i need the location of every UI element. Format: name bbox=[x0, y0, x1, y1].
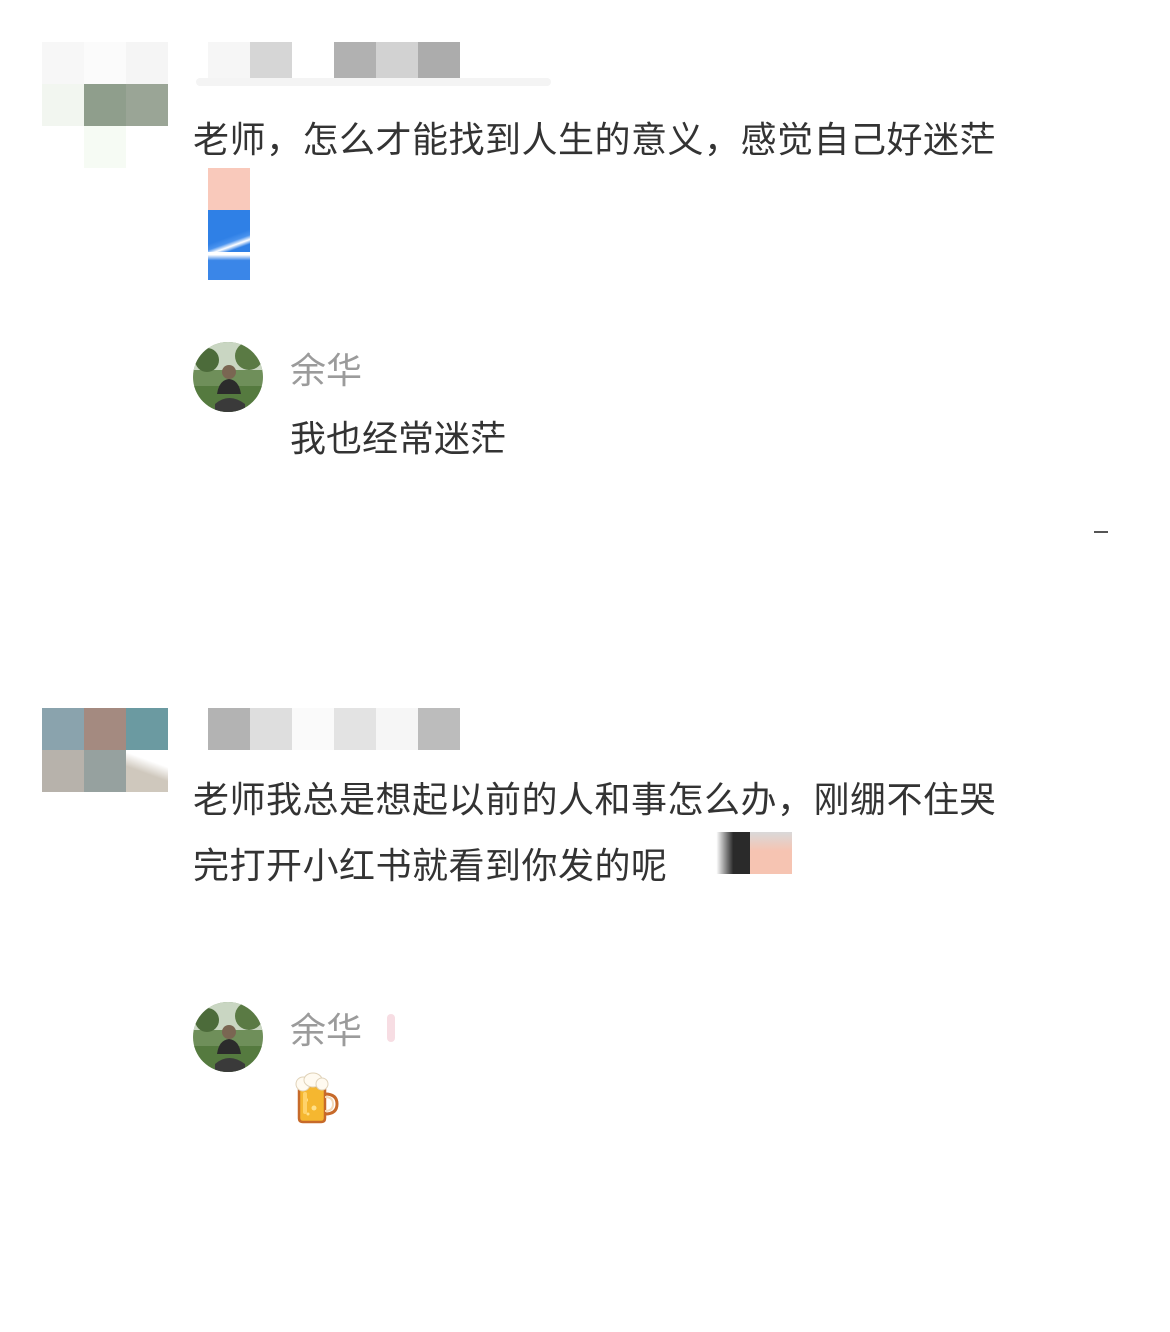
commenter-name-pixelated[interactable] bbox=[208, 708, 460, 750]
reply-author-avatar[interactable] bbox=[193, 342, 263, 412]
beer-mug-icon bbox=[290, 1072, 342, 1128]
comment-text-line-1: 老师我总是想起以前的人和事怎么办，刚绷不住哭 bbox=[193, 780, 997, 821]
comment-text-line-2: 完打开小红书就看到你发的呢 bbox=[193, 846, 668, 887]
comment-text: 老师，怎么才能找到人生的意义，感觉自己好迷茫 bbox=[193, 120, 997, 161]
commenter-name-remnant bbox=[196, 78, 551, 86]
author-badge-icon bbox=[387, 1014, 395, 1042]
reply-text: 我也经常迷茫 bbox=[290, 419, 507, 460]
person-photo-icon bbox=[193, 1002, 263, 1072]
commenter-avatar-pixelated[interactable] bbox=[42, 708, 168, 792]
comment-emoji-pixelated bbox=[708, 832, 792, 874]
reply-author-name[interactable]: 余华 bbox=[290, 350, 362, 394]
reply-author-name[interactable]: 余华 bbox=[290, 1010, 362, 1054]
comment-emoji-pixelated bbox=[208, 168, 250, 280]
reply-author-avatar[interactable] bbox=[193, 1002, 263, 1072]
stray-mark bbox=[1094, 531, 1108, 533]
commenter-avatar-pixelated[interactable] bbox=[42, 42, 168, 168]
person-photo-icon bbox=[193, 342, 263, 412]
